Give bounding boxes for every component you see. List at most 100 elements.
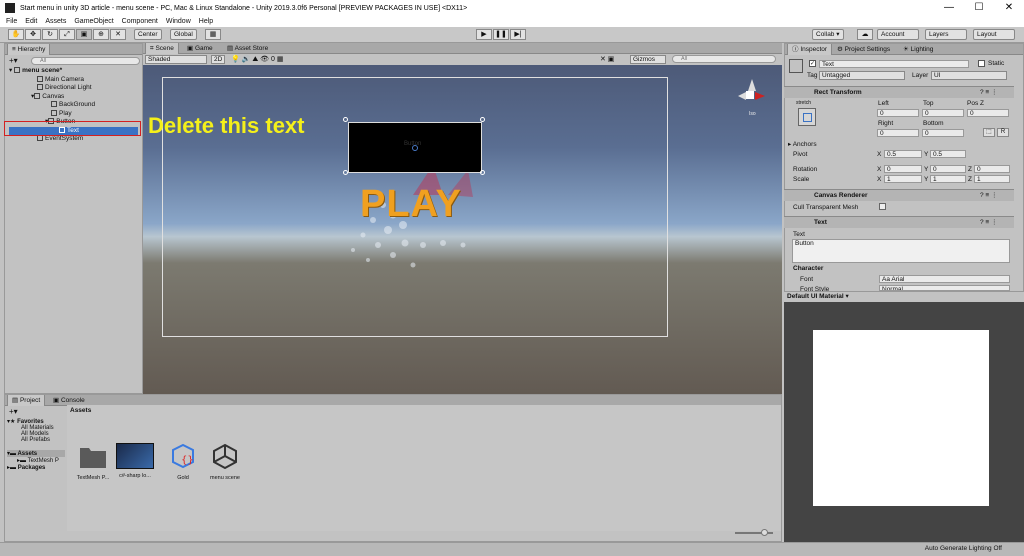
move-tool-icon[interactable]: ✥ bbox=[25, 29, 41, 40]
rect-handle-top-left[interactable] bbox=[343, 117, 348, 122]
favorites-foldout[interactable]: ▾★ Favorites bbox=[7, 418, 65, 425]
tab-asset-store[interactable]: ▤ Asset Store bbox=[223, 43, 272, 54]
transform-tool-icon[interactable]: ⊕ bbox=[93, 29, 109, 40]
rect-handle-top-right[interactable] bbox=[480, 117, 485, 122]
hierarchy-item-menu-scene[interactable]: ▾ menu scene* bbox=[9, 67, 138, 76]
material-dropdown[interactable]: Default UI Material ▾ bbox=[784, 292, 1024, 302]
hierarchy-item-main-camera[interactable]: Main Camera bbox=[9, 75, 138, 85]
scale-tool-icon[interactable]: ⤢ bbox=[59, 29, 75, 40]
anchor-preset-icon[interactable]: stretch bbox=[792, 100, 820, 134]
object-name-field[interactable]: Text bbox=[819, 60, 969, 68]
tab-game[interactable]: ▣ Game bbox=[183, 43, 217, 54]
scale-z-field[interactable]: 1 bbox=[974, 175, 1010, 183]
pivot-y-field[interactable]: 0.5 bbox=[930, 150, 966, 158]
snap-icon[interactable]: ▦ bbox=[205, 29, 221, 40]
close-button[interactable]: ✕ bbox=[994, 0, 1024, 16]
tab-scene[interactable]: ⌗ Scene bbox=[145, 43, 179, 54]
layer-dropdown[interactable]: UI bbox=[931, 71, 1007, 80]
cull-checkbox[interactable] bbox=[879, 203, 886, 210]
step-button[interactable]: ▶| bbox=[510, 29, 526, 40]
maximize-button[interactable]: ☐ bbox=[964, 0, 994, 16]
hand-tool-icon[interactable]: ✋ bbox=[8, 29, 24, 40]
canvas-renderer-header[interactable]: Canvas Renderer ? ≡ ⋮ bbox=[784, 189, 1014, 201]
font-style-dropdown[interactable]: Normal bbox=[879, 285, 1010, 291]
hierarchy-item-play[interactable]: Play bbox=[9, 109, 138, 119]
minimize-button[interactable]: — bbox=[934, 0, 964, 16]
collab-button[interactable]: Collab ▾ bbox=[812, 29, 844, 40]
scene-tools-icon[interactable]: ✕ ▣ bbox=[600, 55, 614, 63]
gizmos-dropdown[interactable]: Gizmos bbox=[630, 55, 666, 64]
rotation-x-field[interactable]: 0 bbox=[884, 165, 922, 173]
assets-tree-item[interactable]: ▸▬ TextMesh P bbox=[7, 457, 65, 464]
menu-window[interactable]: Window bbox=[166, 18, 191, 25]
hierarchy-item-background[interactable]: BackGround bbox=[9, 101, 138, 110]
tab-lighting[interactable]: ☀ Lighting bbox=[899, 44, 937, 55]
menu-gameobject[interactable]: GameObject bbox=[74, 18, 113, 25]
create-asset-icon[interactable]: +▾ bbox=[9, 407, 18, 416]
pause-button[interactable]: ❚❚ bbox=[493, 29, 509, 40]
static-checkbox[interactable] bbox=[978, 60, 985, 67]
scene-toggles-icon[interactable]: 💡 🔊 ⛰ 👁 0 ▦ bbox=[231, 55, 283, 64]
scene-gizmo-icon[interactable]: Iso bbox=[738, 79, 768, 119]
rotation-z-field[interactable]: 0 bbox=[974, 165, 1010, 173]
asset-item[interactable]: TextMesh P... bbox=[73, 443, 113, 481]
left-field[interactable]: 0 bbox=[877, 109, 919, 117]
text-value-field[interactable]: Button bbox=[792, 239, 1010, 263]
rect-tool-icon[interactable]: ▣ bbox=[76, 29, 92, 40]
layers-dropdown[interactable]: Layers bbox=[925, 29, 967, 40]
text-component-header[interactable]: Text ? ≡ ⋮ bbox=[784, 216, 1014, 228]
anchors-foldout[interactable]: ▸ Anchors bbox=[788, 140, 817, 148]
rotation-y-field[interactable]: 0 bbox=[930, 165, 966, 173]
cloud-icon[interactable]: ☁ bbox=[857, 29, 873, 40]
scale-y-field[interactable]: 1 bbox=[930, 175, 966, 183]
2d-toggle[interactable]: 2D bbox=[211, 55, 225, 64]
menu-assets[interactable]: Assets bbox=[45, 18, 66, 25]
menu-edit[interactable]: Edit bbox=[25, 18, 37, 25]
tab-inspector[interactable]: ⓘ Inspector bbox=[787, 44, 833, 55]
active-checkbox[interactable]: ✓ bbox=[809, 60, 816, 67]
zoom-slider[interactable] bbox=[735, 529, 773, 536]
hierarchy-item-directional-light[interactable]: Directional Light bbox=[9, 84, 138, 93]
component-menu-icon[interactable]: ? ≡ ⋮ bbox=[980, 190, 998, 202]
asset-item[interactable]: c#-sharp lo... bbox=[115, 443, 155, 479]
tab-project-settings[interactable]: ⚙ Project Settings bbox=[833, 44, 894, 55]
account-dropdown[interactable]: Account bbox=[877, 29, 919, 40]
component-menu-icon[interactable]: ? ≡ ⋮ bbox=[980, 217, 998, 229]
pivot-center-toggle[interactable]: Center bbox=[134, 29, 162, 40]
pivot-x-field[interactable]: 0.5 bbox=[884, 150, 922, 158]
top-field[interactable]: 0 bbox=[922, 109, 964, 117]
tab-hierarchy[interactable]: ≡ Hierarchy bbox=[7, 44, 51, 55]
global-local-toggle[interactable]: Global bbox=[170, 29, 197, 40]
tag-dropdown[interactable]: Untagged bbox=[819, 71, 905, 80]
hierarchy-search-input[interactable]: All bbox=[31, 57, 140, 65]
rect-handle-bottom-right[interactable] bbox=[480, 170, 485, 175]
hierarchy-item-eventsystem[interactable]: EventSystem bbox=[9, 135, 138, 144]
component-menu-icon[interactable]: ? ≡ ⋮ bbox=[980, 87, 998, 99]
menu-file[interactable]: File bbox=[6, 18, 17, 25]
rotate-tool-icon[interactable]: ↻ bbox=[42, 29, 58, 40]
tab-project[interactable]: ▤ Project bbox=[7, 395, 46, 406]
hierarchy-item-canvas[interactable]: ▾ Canvas bbox=[9, 92, 138, 102]
custom-tool-icon[interactable]: ✕ bbox=[110, 29, 126, 40]
scene-search-input[interactable]: All bbox=[672, 55, 776, 63]
blueprint-mode-icon[interactable]: ⬚ bbox=[983, 128, 995, 137]
bottom-field[interactable]: 0 bbox=[922, 129, 964, 137]
assets-foldout[interactable]: ▾▬ Assets bbox=[7, 450, 65, 457]
favorite-item[interactable]: All Prefabs bbox=[7, 437, 65, 443]
menu-help[interactable]: Help bbox=[199, 18, 213, 25]
shading-mode-dropdown[interactable]: Shaded bbox=[145, 55, 207, 64]
asset-item[interactable]: {} Gold bbox=[163, 443, 203, 481]
pivot-icon[interactable] bbox=[412, 145, 418, 151]
menu-component[interactable]: Component bbox=[122, 18, 158, 25]
packages-foldout[interactable]: ▸▬ Packages bbox=[7, 464, 65, 471]
font-field[interactable]: Aa Arial bbox=[879, 275, 1010, 283]
raw-edit-button[interactable]: R bbox=[997, 128, 1009, 137]
asset-item[interactable]: menu scene bbox=[205, 443, 245, 481]
layout-dropdown[interactable]: Layout bbox=[973, 29, 1015, 40]
posz-field[interactable]: 0 bbox=[967, 109, 1009, 117]
button-rect[interactable]: Button bbox=[348, 122, 482, 173]
play-button[interactable]: ▶ bbox=[476, 29, 492, 40]
add-object-icon[interactable]: +▾ bbox=[9, 56, 18, 65]
rect-handle-bottom-left[interactable] bbox=[343, 170, 348, 175]
right-field[interactable]: 0 bbox=[877, 129, 919, 137]
